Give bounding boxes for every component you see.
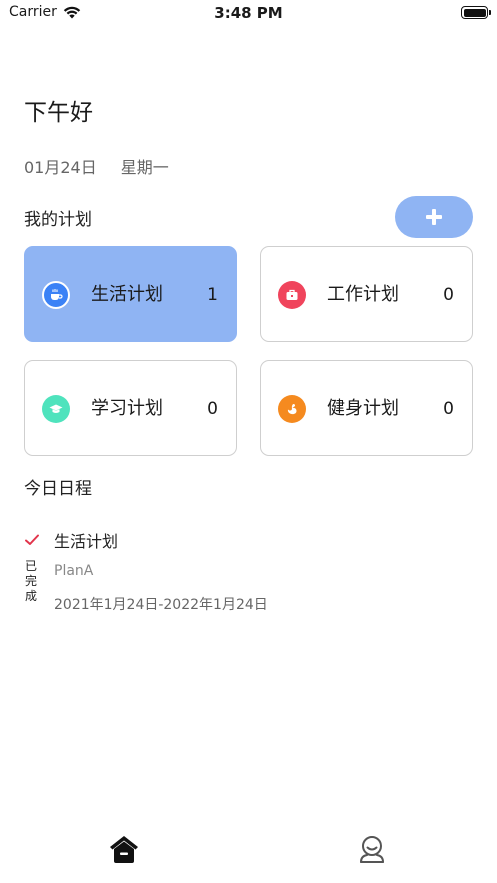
fitness-icon — [278, 395, 306, 423]
home-icon[interactable] — [107, 832, 141, 866]
schedule-item-plan: PlanA — [54, 563, 94, 579]
briefcase-icon — [278, 281, 306, 309]
plan-card-label: 工作计划 — [327, 284, 399, 305]
status-time: 3:48 PM — [214, 4, 283, 22]
plan-card-label: 学习计划 — [91, 398, 163, 419]
plan-card-work[interactable]: 工作计划 0 — [260, 246, 473, 342]
plan-card-count: 0 — [443, 285, 454, 305]
greeting-title: 下午好 — [24, 100, 93, 126]
schedule-item-date-range: 2021年1月24日-2022年1月24日 — [54, 597, 268, 613]
schedule-item[interactable]: 已完成 生活计划 PlanA 2021年1月24日-2022年1月24日 — [24, 528, 474, 618]
current-weekday: 星期一 — [120, 158, 169, 177]
coffee-cup-icon — [42, 281, 70, 309]
completed-status: 已完成 — [24, 559, 37, 603]
battery-icon — [461, 6, 491, 19]
plan-card-label: 生活计划 — [91, 284, 163, 305]
plans-section-title: 我的计划 — [24, 210, 92, 230]
schedule-item-title: 生活计划 — [54, 532, 119, 551]
add-plan-button[interactable] — [395, 196, 473, 238]
plan-card-count: 1 — [207, 285, 218, 305]
plus-icon — [426, 209, 442, 225]
plan-card-count: 0 — [443, 399, 454, 419]
plan-card-label: 健身计划 — [327, 398, 399, 419]
tab-bar — [0, 820, 497, 883]
graduation-cap-icon — [42, 395, 70, 423]
plan-card-study[interactable]: 学习计划 0 — [24, 360, 237, 456]
date-row: 01月24日 星期一 — [24, 154, 169, 178]
profile-icon[interactable] — [355, 832, 389, 866]
plan-card-fitness[interactable]: 健身计划 0 — [260, 360, 473, 456]
status-bar: Carrier 3:48 PM — [0, 0, 497, 26]
schedule-section-title: 今日日程 — [24, 479, 92, 499]
current-date: 01月24日 — [24, 158, 97, 177]
plan-card-count: 0 — [207, 399, 218, 419]
plan-card-life[interactable]: 生活计划 1 — [24, 246, 237, 342]
check-icon — [25, 534, 39, 545]
